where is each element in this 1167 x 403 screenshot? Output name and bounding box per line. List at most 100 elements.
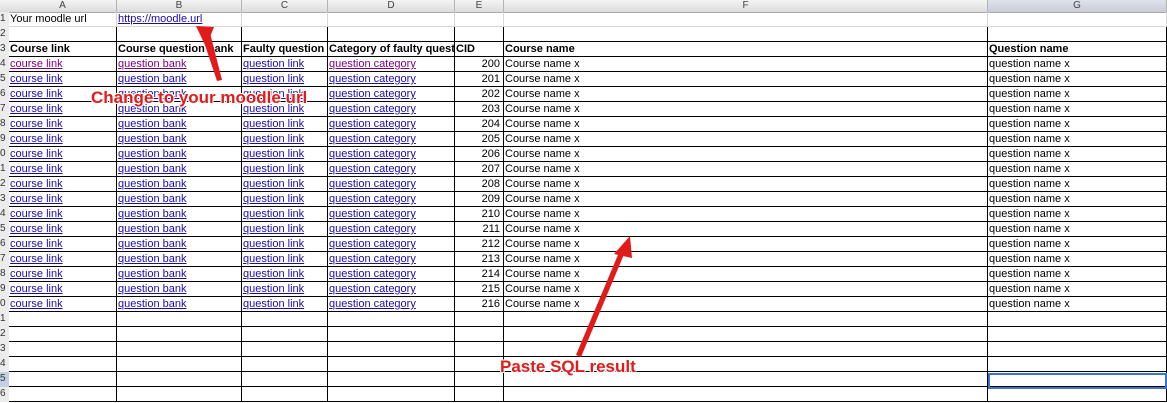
question-link-cell[interactable]: question link [242, 192, 328, 206]
row-number[interactable]: 2 [0, 177, 9, 192]
question-bank-link[interactable]: question bank [118, 148, 187, 160]
column-header-d[interactable]: D [328, 0, 455, 12]
row-number[interactable]: 0 [0, 297, 9, 312]
row-number[interactable]: 9 [0, 282, 9, 297]
column-header-b[interactable]: B [117, 0, 242, 12]
question-bank-link[interactable]: question bank [118, 193, 187, 205]
row-number[interactable]: 2 [0, 327, 9, 342]
question-category-link[interactable]: question category [329, 238, 416, 250]
question-bank-link[interactable]: question bank [118, 238, 187, 250]
question-category-cell[interactable]: question category [328, 132, 455, 146]
question-link[interactable]: question link [243, 238, 304, 250]
question-bank-cell[interactable]: question bank [117, 282, 242, 296]
question-link[interactable]: question link [243, 133, 304, 145]
question-category-link[interactable]: question category [329, 163, 416, 175]
question-bank-link[interactable]: question bank [118, 73, 187, 85]
question-bank-link[interactable]: question bank [118, 178, 187, 190]
question-category-cell[interactable]: question category [328, 297, 455, 311]
question-bank-cell[interactable]: question bank [117, 237, 242, 251]
question-bank-cell[interactable]: question bank [117, 132, 242, 146]
row-number[interactable]: 7 [0, 102, 9, 117]
question-link[interactable]: question link [243, 73, 304, 85]
question-link[interactable]: question link [243, 178, 304, 190]
question-link[interactable]: question link [243, 148, 304, 160]
course-link-cell[interactable]: course link [9, 282, 117, 296]
question-bank-cell[interactable]: question bank [117, 297, 242, 311]
course-link[interactable]: course link [10, 73, 63, 85]
course-link-cell[interactable]: course link [9, 177, 117, 191]
question-category-link[interactable]: question category [329, 298, 416, 310]
course-link-cell[interactable]: course link [9, 192, 117, 206]
question-bank-cell[interactable]: question bank [117, 192, 242, 206]
question-category-link[interactable]: question category [329, 148, 416, 160]
question-bank-cell[interactable]: question bank [117, 162, 242, 176]
question-bank-link[interactable]: question bank [118, 283, 187, 295]
question-bank-link[interactable]: question bank [118, 223, 187, 235]
question-category-cell[interactable]: question category [328, 117, 455, 131]
course-link-cell[interactable]: course link [9, 297, 117, 311]
question-category-cell[interactable]: question category [328, 147, 455, 161]
moodle-url-cell[interactable]: https://moodle.url [117, 12, 242, 26]
course-link[interactable]: course link [10, 178, 63, 190]
question-category-link[interactable]: question category [329, 88, 416, 100]
question-bank-cell[interactable]: question bank [117, 147, 242, 161]
question-link-cell[interactable]: question link [242, 267, 328, 281]
row-number[interactable]: 6 [0, 237, 9, 252]
question-category-link[interactable]: question category [329, 58, 416, 70]
question-link[interactable]: question link [243, 193, 304, 205]
question-link-cell[interactable]: question link [242, 162, 328, 176]
question-category-cell[interactable]: question category [328, 102, 455, 116]
course-link[interactable]: course link [10, 283, 63, 295]
course-link[interactable]: course link [10, 253, 63, 265]
column-header-a[interactable]: A [9, 0, 117, 12]
row-number[interactable]: 6 [0, 387, 9, 402]
question-bank-link[interactable]: question bank [118, 133, 187, 145]
course-link-cell[interactable]: course link [9, 117, 117, 131]
course-link[interactable]: course link [10, 103, 63, 115]
question-link-cell[interactable]: question link [242, 282, 328, 296]
column-header-c[interactable]: C [242, 0, 328, 12]
course-link[interactable]: course link [10, 298, 63, 310]
question-category-link[interactable]: question category [329, 133, 416, 145]
question-category-cell[interactable]: question category [328, 87, 455, 101]
course-link-cell[interactable]: course link [9, 162, 117, 176]
row-number[interactable]: 2 [0, 27, 9, 42]
question-category-cell[interactable]: question category [328, 177, 455, 191]
question-link-cell[interactable]: question link [242, 177, 328, 191]
row-number[interactable]: 4 [0, 57, 9, 72]
question-bank-cell[interactable]: question bank [117, 117, 242, 131]
question-link-cell[interactable]: question link [242, 297, 328, 311]
question-link-cell[interactable]: question link [242, 72, 328, 86]
question-link-cell[interactable]: question link [242, 237, 328, 251]
course-link[interactable]: course link [10, 223, 63, 235]
question-bank-cell[interactable]: question bank [117, 267, 242, 281]
row-number[interactable]: 8 [0, 267, 9, 282]
question-category-cell[interactable]: question category [328, 162, 455, 176]
question-category-link[interactable]: question category [329, 283, 416, 295]
row-number[interactable]: 4 [0, 207, 9, 222]
question-bank-cell[interactable]: question bank [117, 222, 242, 236]
course-link-cell[interactable]: course link [9, 132, 117, 146]
row-number[interactable]: 7 [0, 252, 9, 267]
course-link[interactable]: course link [10, 238, 63, 250]
question-link[interactable]: question link [243, 268, 304, 280]
question-bank-cell[interactable]: question bank [117, 72, 242, 86]
course-link-cell[interactable]: course link [9, 252, 117, 266]
question-category-link[interactable]: question category [329, 223, 416, 235]
spreadsheet[interactable]: ABCDEFG 12345678901234567890123456 Your … [0, 0, 1167, 403]
question-link-cell[interactable]: question link [242, 252, 328, 266]
row-number[interactable]: 5 [0, 222, 9, 237]
course-link[interactable]: course link [10, 118, 63, 130]
row-number[interactable]: 1 [0, 12, 9, 27]
course-link[interactable]: course link [10, 133, 63, 145]
row-number[interactable]: 6 [0, 87, 9, 102]
course-link-cell[interactable]: course link [9, 147, 117, 161]
question-category-link[interactable]: question category [329, 118, 416, 130]
question-category-cell[interactable]: question category [328, 72, 455, 86]
question-category-link[interactable]: question category [329, 178, 416, 190]
column-header-e[interactable]: E [455, 0, 504, 12]
question-bank-link[interactable]: question bank [118, 298, 187, 310]
question-bank-cell[interactable]: question bank [117, 177, 242, 191]
row-number[interactable]: 5 [0, 72, 9, 87]
question-bank-link[interactable]: question bank [118, 58, 187, 70]
